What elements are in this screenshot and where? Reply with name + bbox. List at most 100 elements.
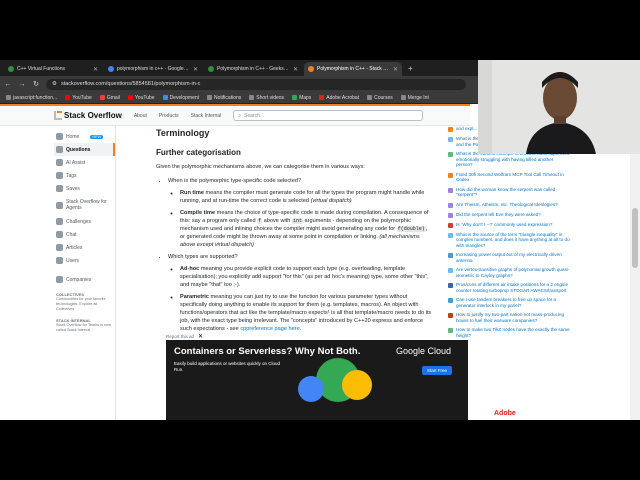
intro-paragraph: Given the polymorphic mechanisms above, … bbox=[156, 164, 365, 170]
bookmark-label: Development bbox=[169, 94, 200, 101]
hot-question-item[interactable]: How to justify my two-part nation not ma… bbox=[448, 312, 570, 323]
term-parametric: Parametric bbox=[180, 294, 209, 300]
bookmark[interactable]: Maps bbox=[292, 95, 311, 101]
hot-question-item[interactable]: Pros/cons of different air intake positi… bbox=[448, 282, 570, 293]
scrollbar-thumb[interactable] bbox=[632, 208, 638, 268]
hot-question-item[interactable]: Are Theism, Atheism, etc. Theological Id… bbox=[448, 202, 570, 208]
tab-title: Polymorphism in C++ - Stack Overflow bbox=[317, 66, 390, 72]
search-icon: ⌕ bbox=[238, 112, 242, 119]
sidebar-item-agents[interactable]: Stack Overflow for Agents bbox=[54, 195, 115, 215]
report-ad-link[interactable]: Report this ad bbox=[166, 334, 194, 339]
hot-question-item[interactable]: Are vertex-transitive graphs of polynomi… bbox=[448, 267, 570, 278]
site-icon bbox=[448, 328, 453, 333]
close-icon[interactable]: ✕ bbox=[93, 66, 98, 73]
hot-question-item[interactable]: Did the serpent tell Eve they were asked… bbox=[448, 212, 570, 218]
hot-question-link[interactable]: Is `Why don't I --?' commonly used expre… bbox=[456, 222, 552, 228]
text: meaning you can just try to use the func… bbox=[180, 294, 432, 332]
tags-icon bbox=[56, 172, 63, 179]
tab-stack-overflow[interactable]: Polymorphism in C++ - Stack Overflow✕ bbox=[304, 62, 402, 76]
bookmark[interactable]: Short videos bbox=[249, 95, 284, 101]
hot-question-item[interactable]: What is the source of the term "triangle… bbox=[448, 232, 570, 249]
gfg-icon bbox=[208, 66, 214, 72]
topnav-about[interactable]: About bbox=[134, 113, 147, 119]
hot-question-item[interactable]: Fixed 30fl Second Wolfram MCP Tool Call … bbox=[448, 172, 570, 183]
sidebar-item-users[interactable]: Users bbox=[54, 254, 115, 267]
new-tab-button[interactable]: + bbox=[408, 62, 413, 76]
bookmark[interactable]: javascript:function... bbox=[6, 95, 57, 101]
search-input[interactable]: ⌕ Search... bbox=[233, 110, 424, 121]
bookmark[interactable]: YouTube bbox=[65, 95, 92, 101]
sidebar-item-saves[interactable]: Saves bbox=[54, 182, 115, 195]
hot-question-link[interactable]: What is the source of the term "triangle… bbox=[456, 232, 570, 249]
cppreference-link[interactable]: cppreference page here bbox=[240, 326, 299, 332]
tab-title: Polymorphism in C++ - GeeksforGeeks bbox=[217, 66, 290, 72]
text: means the compiler must generate code fo… bbox=[180, 190, 425, 204]
topnav-products[interactable]: Products bbox=[159, 113, 179, 119]
sidebar-item-label: Tags bbox=[66, 172, 77, 179]
close-icon[interactable]: ✕ bbox=[193, 66, 198, 73]
list-item: Which types are supported? Ad-hoc meanin… bbox=[168, 253, 432, 333]
bookmark[interactable]: Notifications bbox=[207, 95, 241, 101]
hot-question-item[interactable]: How to make two TikZ nodes have the exac… bbox=[448, 327, 570, 338]
start-free-button[interactable]: Start Free bbox=[422, 366, 453, 375]
gfg-icon bbox=[8, 66, 14, 72]
hot-question-item[interactable]: Is `Why don't I --?' commonly used expre… bbox=[448, 222, 570, 228]
sidebar-item-challenges[interactable]: Challenges bbox=[54, 215, 115, 228]
sidebar-item-articles[interactable]: Articles bbox=[54, 241, 115, 254]
tab-cpp-virtual-functions[interactable]: C++ Virtual Functions ✕ bbox=[4, 62, 102, 76]
sidebar-item-questions[interactable]: Questions bbox=[54, 143, 115, 156]
bookmark[interactable]: YouTube bbox=[127, 95, 155, 101]
list-item: Run time means the compiler must generat… bbox=[180, 189, 432, 205]
sidebar-item-tags[interactable]: Tags bbox=[54, 169, 115, 182]
hot-question-link[interactable]: How to justify my two-part nation not ma… bbox=[456, 312, 570, 323]
hot-question-item[interactable]: Increasing power output out of my electr… bbox=[448, 252, 570, 263]
sidebar-item-companies[interactable]: Companies bbox=[54, 273, 115, 286]
site-info-icon[interactable]: ⚙ bbox=[52, 81, 57, 87]
bookmark[interactable]: Adobe Acrobat bbox=[319, 95, 359, 101]
courses-icon bbox=[367, 95, 373, 100]
close-icon[interactable]: ✕ bbox=[293, 66, 298, 73]
hot-question-item[interactable]: Can I use tandem breakers to free up spa… bbox=[448, 297, 570, 308]
tab-geeksforgeeks[interactable]: Polymorphism in C++ - GeeksforGeeks✕ bbox=[204, 62, 302, 76]
site-icon bbox=[448, 268, 453, 273]
bookmark[interactable]: Courses bbox=[367, 95, 393, 101]
bookmark-label: Notifications bbox=[214, 94, 242, 101]
hot-question-link[interactable]: Pros/cons of different air intake positi… bbox=[456, 282, 570, 293]
close-icon[interactable]: ✕ bbox=[393, 66, 398, 73]
bookmark[interactable]: Gmail bbox=[99, 94, 120, 101]
new-badge: NEW bbox=[90, 134, 104, 139]
so-logo[interactable]: Stack Overflow bbox=[54, 111, 122, 120]
advertisement-banner[interactable]: Containers or Serverless? Why Not Both. … bbox=[166, 340, 468, 420]
hot-question-link[interactable]: Are Theism, Atheism, etc. Theological Id… bbox=[456, 202, 558, 208]
bookmark-label: Gmail bbox=[106, 94, 120, 101]
back-icon[interactable]: ← bbox=[4, 81, 12, 88]
sidebar-item-home[interactable]: Home NEW bbox=[54, 130, 115, 143]
gmail-icon bbox=[99, 95, 105, 100]
text-em: (virtual dispatch) bbox=[310, 198, 352, 204]
question-when: When is the polymorphic type-specific co… bbox=[168, 178, 302, 184]
hot-question-link[interactable]: How did the woman know the serpent was c… bbox=[456, 187, 570, 198]
questions-icon bbox=[56, 146, 63, 153]
hot-question-link[interactable]: How to make two TikZ nodes have the exac… bbox=[456, 327, 570, 338]
forward-icon[interactable]: → bbox=[18, 81, 26, 88]
code-inline: int bbox=[291, 218, 303, 224]
hot-question-link[interactable]: Increasing power output out of my electr… bbox=[456, 252, 570, 263]
hot-question-link[interactable]: Can I use tandem breakers to free up spa… bbox=[456, 297, 570, 308]
url-field[interactable]: ⚙ stackoverflow.com/questions/5854581/pol… bbox=[46, 78, 466, 90]
topnav-stack-internal[interactable]: Stack Internal bbox=[191, 113, 222, 119]
close-icon[interactable]: ✕ bbox=[198, 333, 203, 340]
hot-question-link[interactable]: Did the serpent tell Eve they were asked… bbox=[456, 212, 541, 218]
bookmark-label: Short videos bbox=[256, 94, 285, 101]
hot-question-link[interactable]: Fixed 30fl Second Wolfram MCP Tool Call … bbox=[456, 172, 570, 183]
sidebar-item-chat[interactable]: Chat bbox=[54, 228, 115, 241]
sidebar-item-ai-assist[interactable]: AI Assist bbox=[54, 156, 115, 169]
bookmark[interactable]: Development bbox=[162, 94, 200, 101]
tab-google-search[interactable]: polymorphism in c++ - Google Search✕ bbox=[104, 62, 202, 76]
agents-icon bbox=[56, 201, 63, 209]
bookmark[interactable]: Merge Int bbox=[400, 95, 429, 101]
collectives-text[interactable]: Communities for your favorite technologi… bbox=[54, 297, 115, 312]
page-scrollbar[interactable] bbox=[630, 148, 640, 420]
hot-question-item[interactable]: How did the woman know the serpent was c… bbox=[448, 187, 570, 198]
reload-icon[interactable]: ↻ bbox=[32, 80, 40, 88]
hot-question-link[interactable]: Are vertex-transitive graphs of polynomi… bbox=[456, 267, 570, 278]
